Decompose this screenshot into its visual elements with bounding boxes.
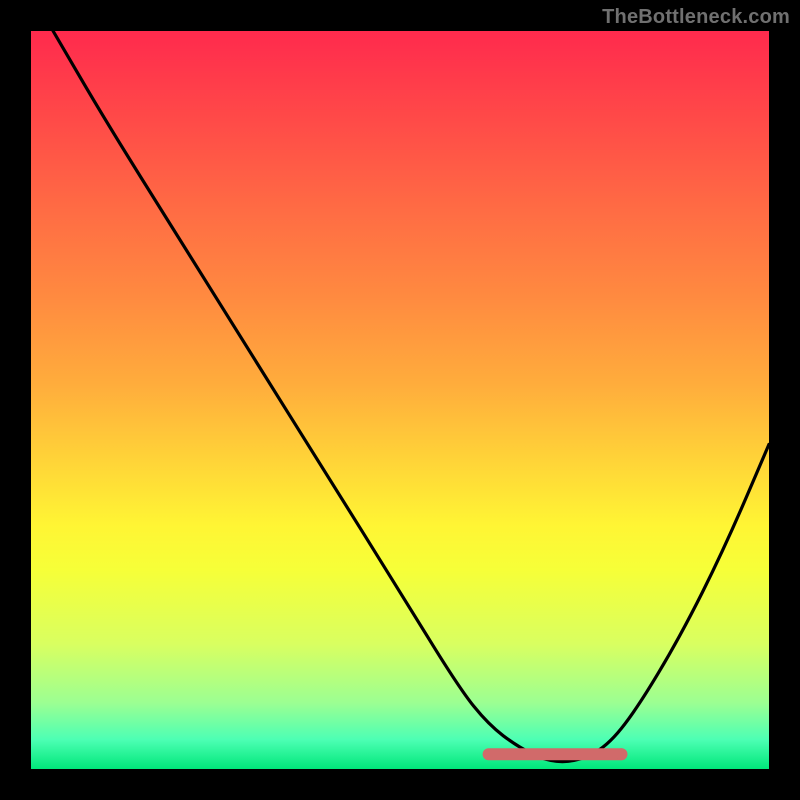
chart-frame: TheBottleneck.com xyxy=(0,0,800,800)
plot-area xyxy=(31,31,769,769)
watermark-text: TheBottleneck.com xyxy=(602,6,790,29)
bottleneck-curve-path xyxy=(53,31,769,762)
flat-region-end-dot xyxy=(615,748,627,760)
curve-svg xyxy=(31,31,769,769)
